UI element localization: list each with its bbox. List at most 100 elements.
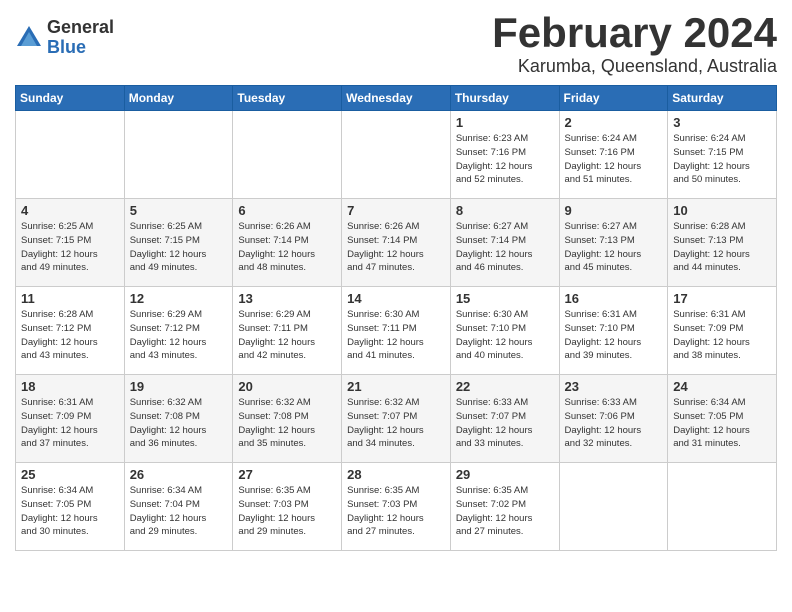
- day-info: Sunrise: 6:35 AMSunset: 7:03 PMDaylight:…: [347, 484, 445, 539]
- calendar-cell: [233, 111, 342, 199]
- day-number: 15: [456, 291, 554, 306]
- calendar-cell: 20Sunrise: 6:32 AMSunset: 7:08 PMDayligh…: [233, 375, 342, 463]
- title-area: February 2024 Karumba, Queensland, Austr…: [492, 10, 777, 77]
- day-number: 17: [673, 291, 771, 306]
- header-cell-wednesday: Wednesday: [342, 86, 451, 111]
- calendar-body: 1 Sunrise: 6:23 AMSunset: 7:16 PMDaylight…: [16, 111, 777, 551]
- calendar-cell: 24 Sunrise: 6:34 AMSunset: 7:05 PMDayligh…: [668, 375, 777, 463]
- day-number: 25: [21, 467, 119, 482]
- week-row-1: 1 Sunrise: 6:23 AMSunset: 7:16 PMDaylight…: [16, 111, 777, 199]
- day-info: Sunrise: 6:32 AMSunset: 7:08 PMDaylight:…: [130, 396, 228, 451]
- day-info: Sunrise: 6:29 AMSunset: 7:11 PMDaylight:…: [238, 308, 336, 363]
- day-number: 3: [673, 115, 771, 130]
- day-number: 19: [130, 379, 228, 394]
- logo-general: General: [47, 18, 114, 38]
- day-number: 18: [21, 379, 119, 394]
- day-info: Sunrise: 6:31 AMSunset: 7:09 PMDaylight:…: [21, 396, 119, 451]
- calendar-cell: 4 Sunrise: 6:25 AMSunset: 7:15 PMDaylight…: [16, 199, 125, 287]
- header-cell-monday: Monday: [124, 86, 233, 111]
- day-number: 10: [673, 203, 771, 218]
- day-number: 20: [238, 379, 336, 394]
- calendar-header: SundayMondayTuesdayWednesdayThursdayFrid…: [16, 86, 777, 111]
- day-info: Sunrise: 6:30 AMSunset: 7:11 PMDaylight:…: [347, 308, 445, 363]
- day-number: 7: [347, 203, 445, 218]
- calendar-cell: 13 Sunrise: 6:29 AMSunset: 7:11 PMDayligh…: [233, 287, 342, 375]
- header-cell-tuesday: Tuesday: [233, 86, 342, 111]
- day-number: 27: [238, 467, 336, 482]
- calendar-cell: 28 Sunrise: 6:35 AMSunset: 7:03 PMDayligh…: [342, 463, 451, 551]
- calendar-cell: 12 Sunrise: 6:29 AMSunset: 7:12 PMDayligh…: [124, 287, 233, 375]
- day-info: Sunrise: 6:34 AMSunset: 7:05 PMDaylight:…: [21, 484, 119, 539]
- calendar-cell: 3 Sunrise: 6:24 AMSunset: 7:15 PMDaylight…: [668, 111, 777, 199]
- header: General Blue February 2024 Karumba, Quee…: [15, 10, 777, 77]
- day-info: Sunrise: 6:25 AMSunset: 7:15 PMDaylight:…: [21, 220, 119, 275]
- day-number: 29: [456, 467, 554, 482]
- calendar-cell: 22Sunrise: 6:33 AMSunset: 7:07 PMDayligh…: [450, 375, 559, 463]
- day-info: Sunrise: 6:29 AMSunset: 7:12 PMDaylight:…: [130, 308, 228, 363]
- calendar-cell: [124, 111, 233, 199]
- day-number: 5: [130, 203, 228, 218]
- day-info: Sunrise: 6:28 AMSunset: 7:12 PMDaylight:…: [21, 308, 119, 363]
- calendar-table: SundayMondayTuesdayWednesdayThursdayFrid…: [15, 85, 777, 551]
- day-number: 2: [565, 115, 663, 130]
- calendar-cell: 21 Sunrise: 6:32 AMSunset: 7:07 PMDayligh…: [342, 375, 451, 463]
- day-number: 12: [130, 291, 228, 306]
- calendar-cell: 1 Sunrise: 6:23 AMSunset: 7:16 PMDaylight…: [450, 111, 559, 199]
- day-number: 23: [565, 379, 663, 394]
- logo-icon: [15, 24, 43, 52]
- calendar-cell: [16, 111, 125, 199]
- calendar-cell: 9 Sunrise: 6:27 AMSunset: 7:13 PMDaylight…: [559, 199, 668, 287]
- day-number: 21: [347, 379, 445, 394]
- week-row-3: 11 Sunrise: 6:28 AMSunset: 7:12 PMDayligh…: [16, 287, 777, 375]
- calendar-cell: 2 Sunrise: 6:24 AMSunset: 7:16 PMDaylight…: [559, 111, 668, 199]
- day-info: Sunrise: 6:28 AMSunset: 7:13 PMDaylight:…: [673, 220, 771, 275]
- day-info: Sunrise: 6:24 AMSunset: 7:16 PMDaylight:…: [565, 132, 663, 187]
- calendar-cell: [668, 463, 777, 551]
- day-number: 26: [130, 467, 228, 482]
- day-info: Sunrise: 6:35 AMSunset: 7:02 PMDaylight:…: [456, 484, 554, 539]
- logo-blue: Blue: [47, 38, 114, 58]
- location-title: Karumba, Queensland, Australia: [492, 56, 777, 77]
- week-row-5: 25 Sunrise: 6:34 AMSunset: 7:05 PMDayligh…: [16, 463, 777, 551]
- day-info: Sunrise: 6:34 AMSunset: 7:05 PMDaylight:…: [673, 396, 771, 451]
- logo-text: General Blue: [47, 18, 114, 58]
- calendar-cell: 16Sunrise: 6:31 AMSunset: 7:10 PMDayligh…: [559, 287, 668, 375]
- calendar-cell: 26Sunrise: 6:34 AMSunset: 7:04 PMDayligh…: [124, 463, 233, 551]
- calendar-cell: 25 Sunrise: 6:34 AMSunset: 7:05 PMDayligh…: [16, 463, 125, 551]
- calendar-cell: 17Sunrise: 6:31 AMSunset: 7:09 PMDayligh…: [668, 287, 777, 375]
- header-cell-friday: Friday: [559, 86, 668, 111]
- calendar-cell: 11 Sunrise: 6:28 AMSunset: 7:12 PMDayligh…: [16, 287, 125, 375]
- header-row: SundayMondayTuesdayWednesdayThursdayFrid…: [16, 86, 777, 111]
- calendar-cell: [342, 111, 451, 199]
- day-info: Sunrise: 6:33 AMSunset: 7:07 PMDaylight:…: [456, 396, 554, 451]
- calendar-cell: 7Sunrise: 6:26 AMSunset: 7:14 PMDaylight…: [342, 199, 451, 287]
- day-info: Sunrise: 6:33 AMSunset: 7:06 PMDaylight:…: [565, 396, 663, 451]
- day-info: Sunrise: 6:23 AMSunset: 7:16 PMDaylight:…: [456, 132, 554, 187]
- calendar-cell: 18 Sunrise: 6:31 AMSunset: 7:09 PMDayligh…: [16, 375, 125, 463]
- header-cell-thursday: Thursday: [450, 86, 559, 111]
- calendar-cell: 29 Sunrise: 6:35 AMSunset: 7:02 PMDayligh…: [450, 463, 559, 551]
- calendar-cell: 15Sunrise: 6:30 AMSunset: 7:10 PMDayligh…: [450, 287, 559, 375]
- header-cell-saturday: Saturday: [668, 86, 777, 111]
- day-number: 8: [456, 203, 554, 218]
- day-number: 4: [21, 203, 119, 218]
- calendar-cell: 23 Sunrise: 6:33 AMSunset: 7:06 PMDayligh…: [559, 375, 668, 463]
- calendar-cell: 14Sunrise: 6:30 AMSunset: 7:11 PMDayligh…: [342, 287, 451, 375]
- calendar-cell: 27Sunrise: 6:35 AMSunset: 7:03 PMDayligh…: [233, 463, 342, 551]
- calendar-cell: 5Sunrise: 6:25 AMSunset: 7:15 PMDaylight…: [124, 199, 233, 287]
- day-number: 9: [565, 203, 663, 218]
- day-info: Sunrise: 6:24 AMSunset: 7:15 PMDaylight:…: [673, 132, 771, 187]
- day-number: 28: [347, 467, 445, 482]
- calendar-cell: 6 Sunrise: 6:26 AMSunset: 7:14 PMDaylight…: [233, 199, 342, 287]
- day-info: Sunrise: 6:26 AMSunset: 7:14 PMDaylight:…: [238, 220, 336, 275]
- day-number: 11: [21, 291, 119, 306]
- day-number: 13: [238, 291, 336, 306]
- day-number: 1: [456, 115, 554, 130]
- calendar-cell: [559, 463, 668, 551]
- day-info: Sunrise: 6:32 AMSunset: 7:07 PMDaylight:…: [347, 396, 445, 451]
- day-info: Sunrise: 6:27 AMSunset: 7:13 PMDaylight:…: [565, 220, 663, 275]
- header-cell-sunday: Sunday: [16, 86, 125, 111]
- day-number: 6: [238, 203, 336, 218]
- logo: General Blue: [15, 18, 114, 58]
- day-number: 24: [673, 379, 771, 394]
